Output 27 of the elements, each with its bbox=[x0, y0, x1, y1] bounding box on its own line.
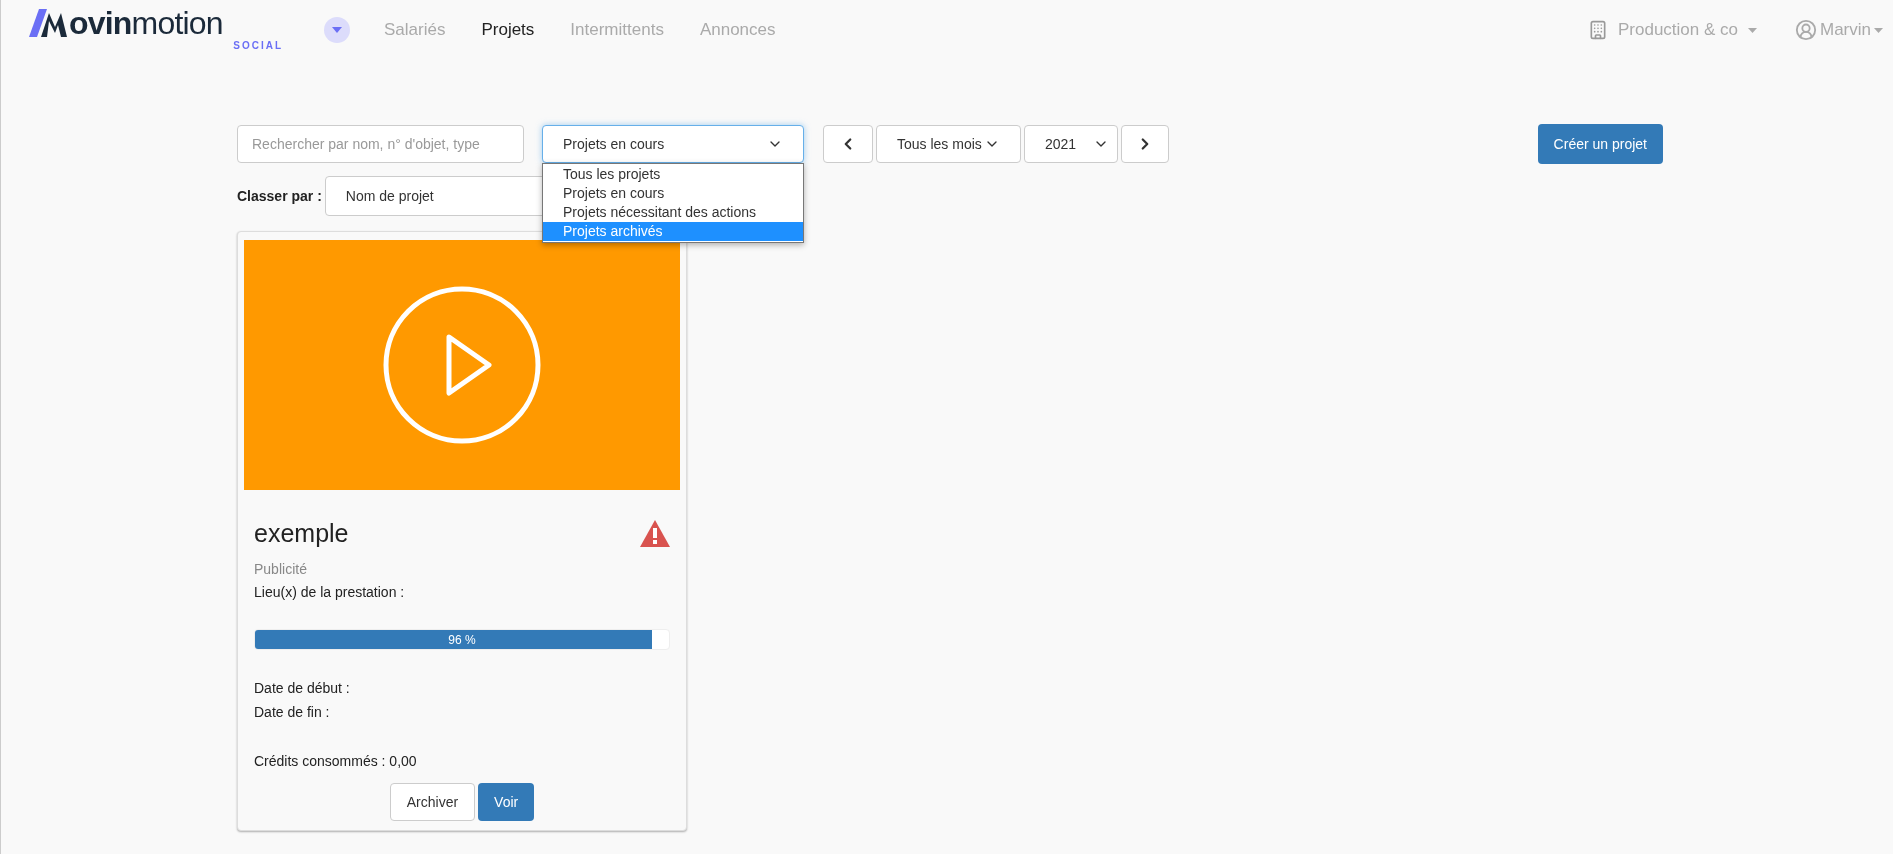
previous-button[interactable] bbox=[823, 125, 873, 163]
logo-subtitle: SOCIAL bbox=[233, 39, 283, 53]
nav-tab[interactable]: Projets bbox=[481, 17, 535, 43]
caret-icon bbox=[1748, 27, 1757, 33]
location-label: Lieu(x) de la prestation : bbox=[254, 583, 406, 602]
logo-text: ovinmotion bbox=[69, 7, 223, 39]
archive-button[interactable]: Archiver bbox=[389, 783, 476, 821]
create-project-button[interactable]: Créer un projet bbox=[1537, 124, 1663, 164]
year-select[interactable]: 2021 bbox=[1024, 125, 1118, 163]
sort-label: Classer par : bbox=[237, 186, 322, 206]
start-date-label: Date de début : bbox=[254, 679, 351, 698]
caret-icon bbox=[1874, 27, 1883, 33]
project-type: Publicité bbox=[254, 560, 308, 579]
project-title: exemple bbox=[254, 521, 349, 546]
play-icon bbox=[382, 285, 542, 445]
user-avatar-icon bbox=[1795, 19, 1817, 41]
view-button[interactable]: Voir bbox=[478, 783, 535, 821]
progress-label: 96 % bbox=[447, 631, 477, 649]
logo-mark-icon bbox=[27, 7, 69, 39]
menu-toggle-button[interactable] bbox=[324, 17, 350, 43]
status-select[interactable]: Projets en cours bbox=[542, 125, 804, 163]
credits-label: Crédits consommés : 0,00 bbox=[254, 752, 418, 771]
month-select[interactable]: Tous les mois bbox=[876, 125, 1021, 163]
search-field[interactable]: Rechercher par nom, n° d'objet, type bbox=[237, 125, 524, 163]
next-button[interactable] bbox=[1121, 125, 1169, 163]
caret-icon bbox=[332, 27, 342, 33]
end-date-label: Date de fin : bbox=[254, 703, 331, 722]
